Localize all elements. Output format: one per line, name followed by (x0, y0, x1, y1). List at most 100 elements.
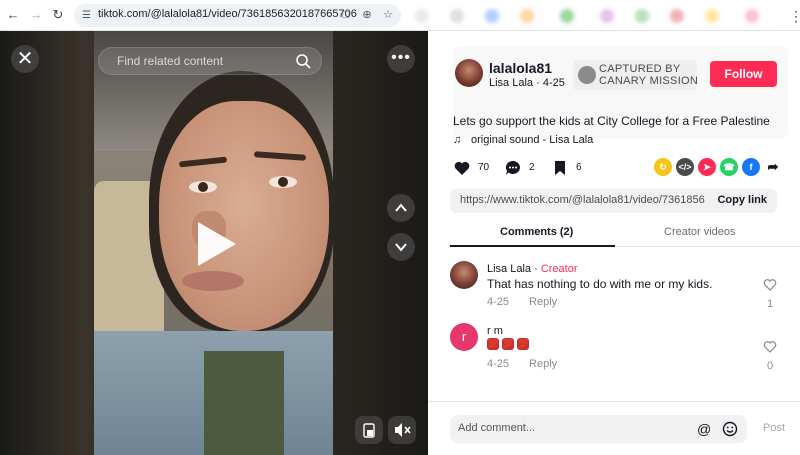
extension-icon[interactable] (450, 9, 464, 23)
mention-icon[interactable]: @ (697, 421, 711, 437)
tab-creator-videos[interactable]: Creator videos (664, 226, 736, 238)
comment-item: r r m 💯 💯 💯 4-25 Reply 0 (450, 323, 790, 373)
video-link-text[interactable]: https://www.tiktok.com/@lalalola81/video… (460, 194, 705, 206)
canary-mission-badge[interactable]: CAPTURED BY CANARY MISSION (573, 60, 699, 90)
address-bar[interactable]: ☰ tiktok.com/@lalalola81/video/736185632… (74, 4, 401, 27)
previous-video-button[interactable] (387, 194, 415, 222)
comment-tabs: Comments (2) Creator videos (450, 221, 800, 247)
post-date: 4-25 (542, 77, 565, 89)
extension-icon[interactable] (670, 9, 684, 23)
commenter-avatar[interactable] (450, 261, 478, 289)
author-avatar[interactable] (455, 59, 483, 87)
tab-comments[interactable]: Comments (2) (500, 226, 573, 238)
forward-icon[interactable]: → (28, 7, 44, 23)
comment-input[interactable]: Add comment... @ (450, 415, 747, 443)
post-caption: Lets go support the kids at City College… (453, 114, 770, 128)
face (159, 101, 329, 331)
cast-icon[interactable]: □ (339, 8, 353, 22)
commenter-name-line: Lisa Lala · Creator (487, 263, 578, 275)
heart-outline-icon (763, 279, 777, 291)
site-info-icon[interactable]: ☰ (82, 9, 95, 22)
follow-button[interactable]: Follow (710, 61, 777, 87)
bookmark-icon (555, 161, 565, 175)
embed-icon[interactable]: </> (676, 158, 694, 176)
author-display-name[interactable]: Lisa Lala (489, 77, 533, 89)
sound-link[interactable]: ♫ original sound - Lisa Lala (453, 134, 593, 146)
extension-icon[interactable] (485, 9, 499, 23)
share-arrow-icon[interactable]: ➦ (764, 158, 782, 176)
extension-icon[interactable] (635, 9, 649, 23)
comment-meta: 4-25 Reply (487, 296, 557, 308)
browser-menu-icon[interactable]: ⋮ (789, 8, 800, 25)
canary-logo-icon (578, 66, 596, 84)
commenter-name[interactable]: r m (487, 325, 503, 337)
sound-label[interactable]: original sound - Lisa Lala (471, 134, 593, 146)
search-icon[interactable] (295, 53, 311, 69)
comment-date: 4-25 (487, 358, 510, 370)
extension-icon[interactable] (705, 9, 719, 23)
comment-like-count: 0 (766, 360, 774, 372)
back-icon[interactable]: ← (5, 7, 21, 23)
active-tab-indicator (450, 245, 615, 247)
commenter-avatar[interactable]: r (450, 323, 478, 351)
pip-icon (363, 423, 375, 438)
extension-icon[interactable] (560, 9, 574, 23)
video-player[interactable]: Find related content ✕ ••• (0, 31, 428, 455)
copy-link-button[interactable]: Copy link (717, 194, 767, 206)
reply-button[interactable]: Reply (529, 358, 557, 370)
repost-icon[interactable]: ↻ (654, 158, 672, 176)
author-nickname-date: Lisa Lala · 4-25 (489, 77, 565, 89)
reload-icon[interactable]: ↻ (50, 7, 66, 23)
url-text[interactable]: tiktok.com/@lalalola81/video/73618563201… (98, 8, 357, 20)
comment-count: 2 (529, 162, 535, 173)
whatsapp-icon[interactable]: ☎ (720, 158, 738, 176)
save-count: 6 (576, 162, 582, 173)
emoji-picker-icon[interactable] (722, 421, 738, 437)
more-options-icon[interactable]: ••• (387, 45, 415, 73)
related-search-placeholder: Find related content (117, 54, 224, 68)
zoom-icon[interactable]: ⊕ (360, 8, 374, 22)
comment-text: That has nothing to do with me or my kid… (487, 277, 713, 291)
comment-meta: 4-25 Reply (487, 358, 557, 370)
picture-in-picture-button[interactable] (355, 416, 383, 444)
next-video-button[interactable] (387, 233, 415, 261)
extension-icon[interactable] (745, 9, 759, 23)
extension-icon[interactable] (600, 9, 614, 23)
play-icon[interactable] (198, 222, 236, 266)
extensions-bar (410, 7, 780, 25)
comment-icon (505, 160, 520, 175)
extension-icon[interactable] (415, 9, 429, 23)
close-icon[interactable]: ✕ (11, 45, 39, 73)
mute-button[interactable] (388, 416, 416, 444)
reply-button[interactable]: Reply (529, 296, 557, 308)
chevron-down-icon (395, 243, 407, 252)
heart-outline-icon (763, 341, 777, 353)
comment-like-button[interactable]: 1 (762, 278, 778, 310)
comment-input-placeholder: Add comment... (458, 422, 536, 434)
like-count: 70 (478, 162, 490, 173)
chevron-up-icon (395, 203, 407, 212)
extension-icon[interactable] (520, 9, 534, 23)
comment-composer: Add comment... @ Post (428, 401, 800, 455)
related-search-input[interactable]: Find related content (98, 47, 322, 75)
heart-icon (454, 161, 470, 175)
video-detail-panel: lalalola81 Lisa Lala · 4-25 CAPTURED BY … (428, 31, 800, 455)
comment-item: Lisa Lala · Creator That has nothing to … (450, 261, 790, 311)
action-bar: 70 2 6 ↻ </> ➤ ☎ f ➦ (453, 158, 793, 178)
comment-date: 4-25 (487, 296, 510, 308)
commenter-name[interactable]: Lisa Lala (487, 263, 531, 275)
author-username[interactable]: lalalola81 (489, 60, 552, 76)
canary-line1: CAPTURED BY (599, 63, 681, 75)
hundred-points-icon: 💯 (502, 338, 514, 350)
canary-line2: CANARY MISSION (599, 75, 699, 87)
comment-like-button[interactable]: 0 (762, 340, 778, 372)
post-comment-button[interactable]: Post (763, 422, 785, 434)
send-to-friends-icon[interactable]: ➤ (698, 158, 716, 176)
facebook-icon[interactable]: f (742, 158, 760, 176)
copy-link-box[interactable]: https://www.tiktok.com/@lalalola81/video… (450, 189, 777, 213)
hundred-points-icon: 💯 (517, 338, 529, 350)
music-note-icon: ♫ (453, 134, 462, 146)
hundred-points-icon: 💯 (487, 338, 499, 350)
post-info-card: lalalola81 Lisa Lala · 4-25 CAPTURED BY … (453, 46, 788, 146)
bookmark-star-icon[interactable]: ☆ (381, 8, 395, 22)
